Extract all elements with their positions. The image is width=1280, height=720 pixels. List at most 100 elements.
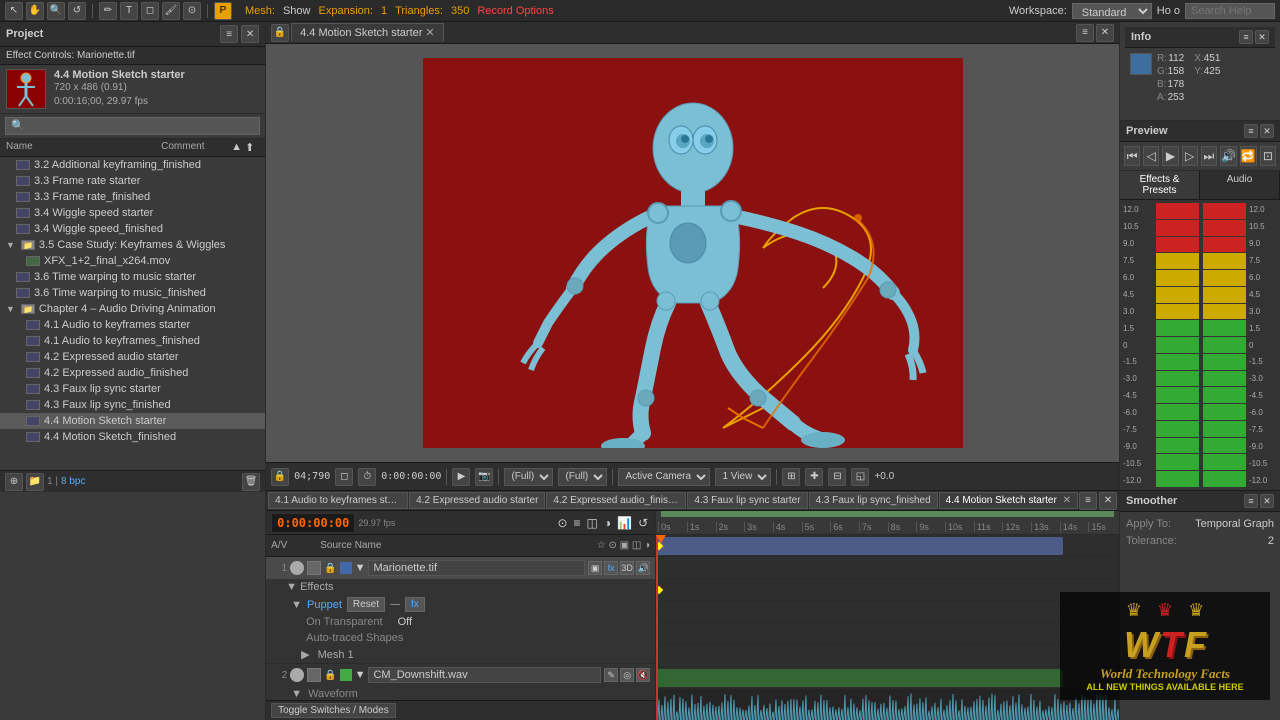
vc-fps[interactable]: ⏱	[358, 468, 376, 486]
expand-waveform[interactable]: ▼	[291, 688, 302, 700]
tl-frame-blend[interactable]: ◫	[585, 516, 600, 530]
list-item[interactable]: 4.2 Expressed audio starter	[0, 349, 265, 365]
tl-motion-blur[interactable]: ◑	[602, 516, 613, 530]
tool-hand[interactable]: ✋	[26, 2, 44, 20]
tool-text[interactable]: T	[120, 2, 138, 20]
list-item[interactable]: 4.3 Faux lip sync_finished	[0, 397, 265, 413]
tl-tab-active[interactable]: 4.4 Motion Sketch starter ✕	[939, 492, 1078, 509]
tl-tab-4[interactable]: 4.3 Faux lip sync starter	[687, 492, 807, 509]
list-item[interactable]: 3.3 Frame rate_finished	[0, 189, 265, 205]
list-item-folder[interactable]: ▼ 📁 Chapter 4 – Audio Driving Animation	[0, 301, 265, 317]
prev-loop[interactable]: 🔁	[1240, 146, 1257, 166]
expand-arrow-2[interactable]: ▼	[355, 669, 366, 681]
layer-solo-2[interactable]	[307, 668, 321, 682]
layer-row-1[interactable]: 1 🔒 ▼ ▣ fx 3D	[266, 557, 655, 579]
vc-play[interactable]: ▶	[452, 468, 470, 486]
audio-tab[interactable]: Audio	[1200, 171, 1280, 199]
tool-brush[interactable]: 🖌	[162, 2, 180, 20]
project-btn1[interactable]: ≡	[220, 25, 238, 43]
tl-tab-5[interactable]: 4.3 Faux lip sync_finished	[809, 492, 938, 509]
layer-audio-1[interactable]: 🔊	[636, 561, 650, 575]
layer-visibility-1[interactable]	[290, 561, 304, 575]
list-item-folder[interactable]: ▼ 📁 3.5 Case Study: Keyframes & Wiggles	[0, 237, 265, 253]
layer-lock-2[interactable]: 🔒	[324, 670, 336, 681]
prev-play[interactable]: ▶	[1162, 146, 1178, 166]
list-item[interactable]: 3.6 Time warping to music starter	[0, 269, 265, 285]
list-item[interactable]: 4.2 Expressed audio_finished	[0, 365, 265, 381]
puppet-fx-btn[interactable]: fx	[405, 597, 425, 612]
layer-mute-2[interactable]: 🔇	[636, 668, 650, 682]
tl-tab-1[interactable]: 4.1 Audio to keyframes starter	[268, 492, 408, 509]
comp-panel-menu[interactable]: ≡	[1076, 24, 1094, 42]
tl-collapse[interactable]: ≡	[572, 516, 583, 530]
project-search[interactable]	[5, 117, 260, 135]
layer-solo-btn-2[interactable]: ◎	[620, 668, 634, 682]
project-list[interactable]: 3.2 Additional keyframing_finished 3.3 F…	[0, 157, 265, 470]
layer-fx-1[interactable]: fx	[604, 561, 618, 575]
list-item[interactable]: 3.2 Additional keyframing_finished	[0, 157, 265, 173]
list-item[interactable]: 3.4 Wiggle speed starter	[0, 205, 265, 221]
vc-camera-select[interactable]: Active Camera	[618, 468, 710, 486]
vc-zoom-out[interactable]: ◻	[335, 468, 353, 486]
vc-zoom-select[interactable]: (Full)50%25%	[504, 468, 553, 486]
list-item[interactable]: 3.6 Time warping to music_finished	[0, 285, 265, 301]
tool-pen[interactable]: ✏	[99, 2, 117, 20]
comp-panel-lock[interactable]: 🔒	[271, 24, 289, 42]
layer-name-2[interactable]	[368, 667, 601, 683]
layer-visibility-2[interactable]	[290, 668, 304, 682]
expand-effects[interactable]: ▼	[286, 581, 297, 593]
footer-new-comp[interactable]: ⊕	[5, 473, 23, 491]
layer-row-2[interactable]: 2 🔒 ▼ ✎ ◎ 🔇	[266, 664, 655, 686]
list-item-selected[interactable]: 4.4 Motion Sketch starter	[0, 413, 265, 429]
preview-close[interactable]: ✕	[1260, 124, 1274, 138]
comp-panel-close[interactable]: ✕	[1096, 24, 1114, 42]
list-item[interactable]: 4.1 Audio to keyframes starter	[0, 317, 265, 333]
puppet-label[interactable]: Puppet	[307, 599, 342, 611]
info-close[interactable]: ✕	[1255, 30, 1269, 44]
preview-menu[interactable]: ≡	[1244, 124, 1258, 138]
list-item[interactable]: 3.3 Frame rate starter	[0, 173, 265, 189]
record-options[interactable]: Record Options	[477, 5, 553, 17]
tl-panel-close[interactable]: ✕	[1099, 492, 1117, 510]
project-close[interactable]: ✕	[241, 25, 259, 43]
scroll-up[interactable]: ⬆	[245, 141, 259, 154]
list-item[interactable]: 4.1 Audio to keyframes_finished	[0, 333, 265, 349]
list-item[interactable]: XFX_1+2_final_x264.mov	[0, 253, 265, 269]
tool-select[interactable]: ↖	[5, 2, 23, 20]
effects-presets-tab[interactable]: Effects & Presets	[1120, 171, 1200, 199]
tl-tab-2[interactable]: 4.2 Expressed audio starter	[409, 492, 545, 509]
expand-puppet[interactable]: ▼	[291, 599, 302, 611]
prev-back-frame[interactable]: ◁	[1143, 146, 1159, 166]
tool-shape[interactable]: ◻	[141, 2, 159, 20]
tl-graph[interactable]: 📊	[615, 516, 634, 530]
sort-btn[interactable]: ▲	[231, 141, 245, 154]
tool-zoom[interactable]: 🔍	[47, 2, 65, 20]
comp-tab-close[interactable]: ✕	[425, 26, 434, 39]
vc-view-select[interactable]: 1 View	[715, 468, 771, 486]
vc-safe-zone[interactable]: ⊟	[828, 468, 846, 486]
footer-trash[interactable]: 🗑	[242, 473, 260, 491]
tl-hide-shy[interactable]: ⊙	[555, 516, 569, 530]
tl-tab-close[interactable]: ✕	[1063, 495, 1071, 506]
tl-live-update[interactable]: ↺	[636, 516, 650, 530]
vc-lock[interactable]: 🔒	[271, 468, 289, 486]
prev-fwd-frame[interactable]: ▷	[1182, 146, 1198, 166]
expand-arrow-1[interactable]: ▼	[355, 562, 366, 574]
footer-folder[interactable]: 📁	[26, 473, 44, 491]
layer-name-1[interactable]	[368, 560, 585, 576]
tool-rotate[interactable]: ↺	[68, 2, 86, 20]
layer-3d-1[interactable]: 3D	[620, 561, 634, 575]
puppet-reset-btn[interactable]: Reset	[347, 597, 385, 612]
puppet-keyframe1[interactable]	[656, 586, 663, 594]
prev-ram[interactable]: ⊡	[1260, 146, 1276, 166]
toggle-switches-btn[interactable]: Toggle Switches / Modes	[271, 703, 396, 718]
vc-quality[interactable]: (Full)	[558, 468, 607, 486]
search-help-input[interactable]	[1185, 3, 1275, 19]
comp-tab-active[interactable]: 4.4 Motion Sketch starter ✕	[291, 23, 444, 42]
prev-audio[interactable]: 🔊	[1220, 146, 1237, 166]
tool-puppet[interactable]: ⊙	[183, 2, 201, 20]
vc-transparency[interactable]: ◱	[851, 468, 869, 486]
tool-puppet2[interactable]: P	[214, 2, 232, 20]
workspace-select[interactable]: Standard	[1072, 3, 1152, 19]
layer-blend-1[interactable]: ▣	[588, 561, 602, 575]
